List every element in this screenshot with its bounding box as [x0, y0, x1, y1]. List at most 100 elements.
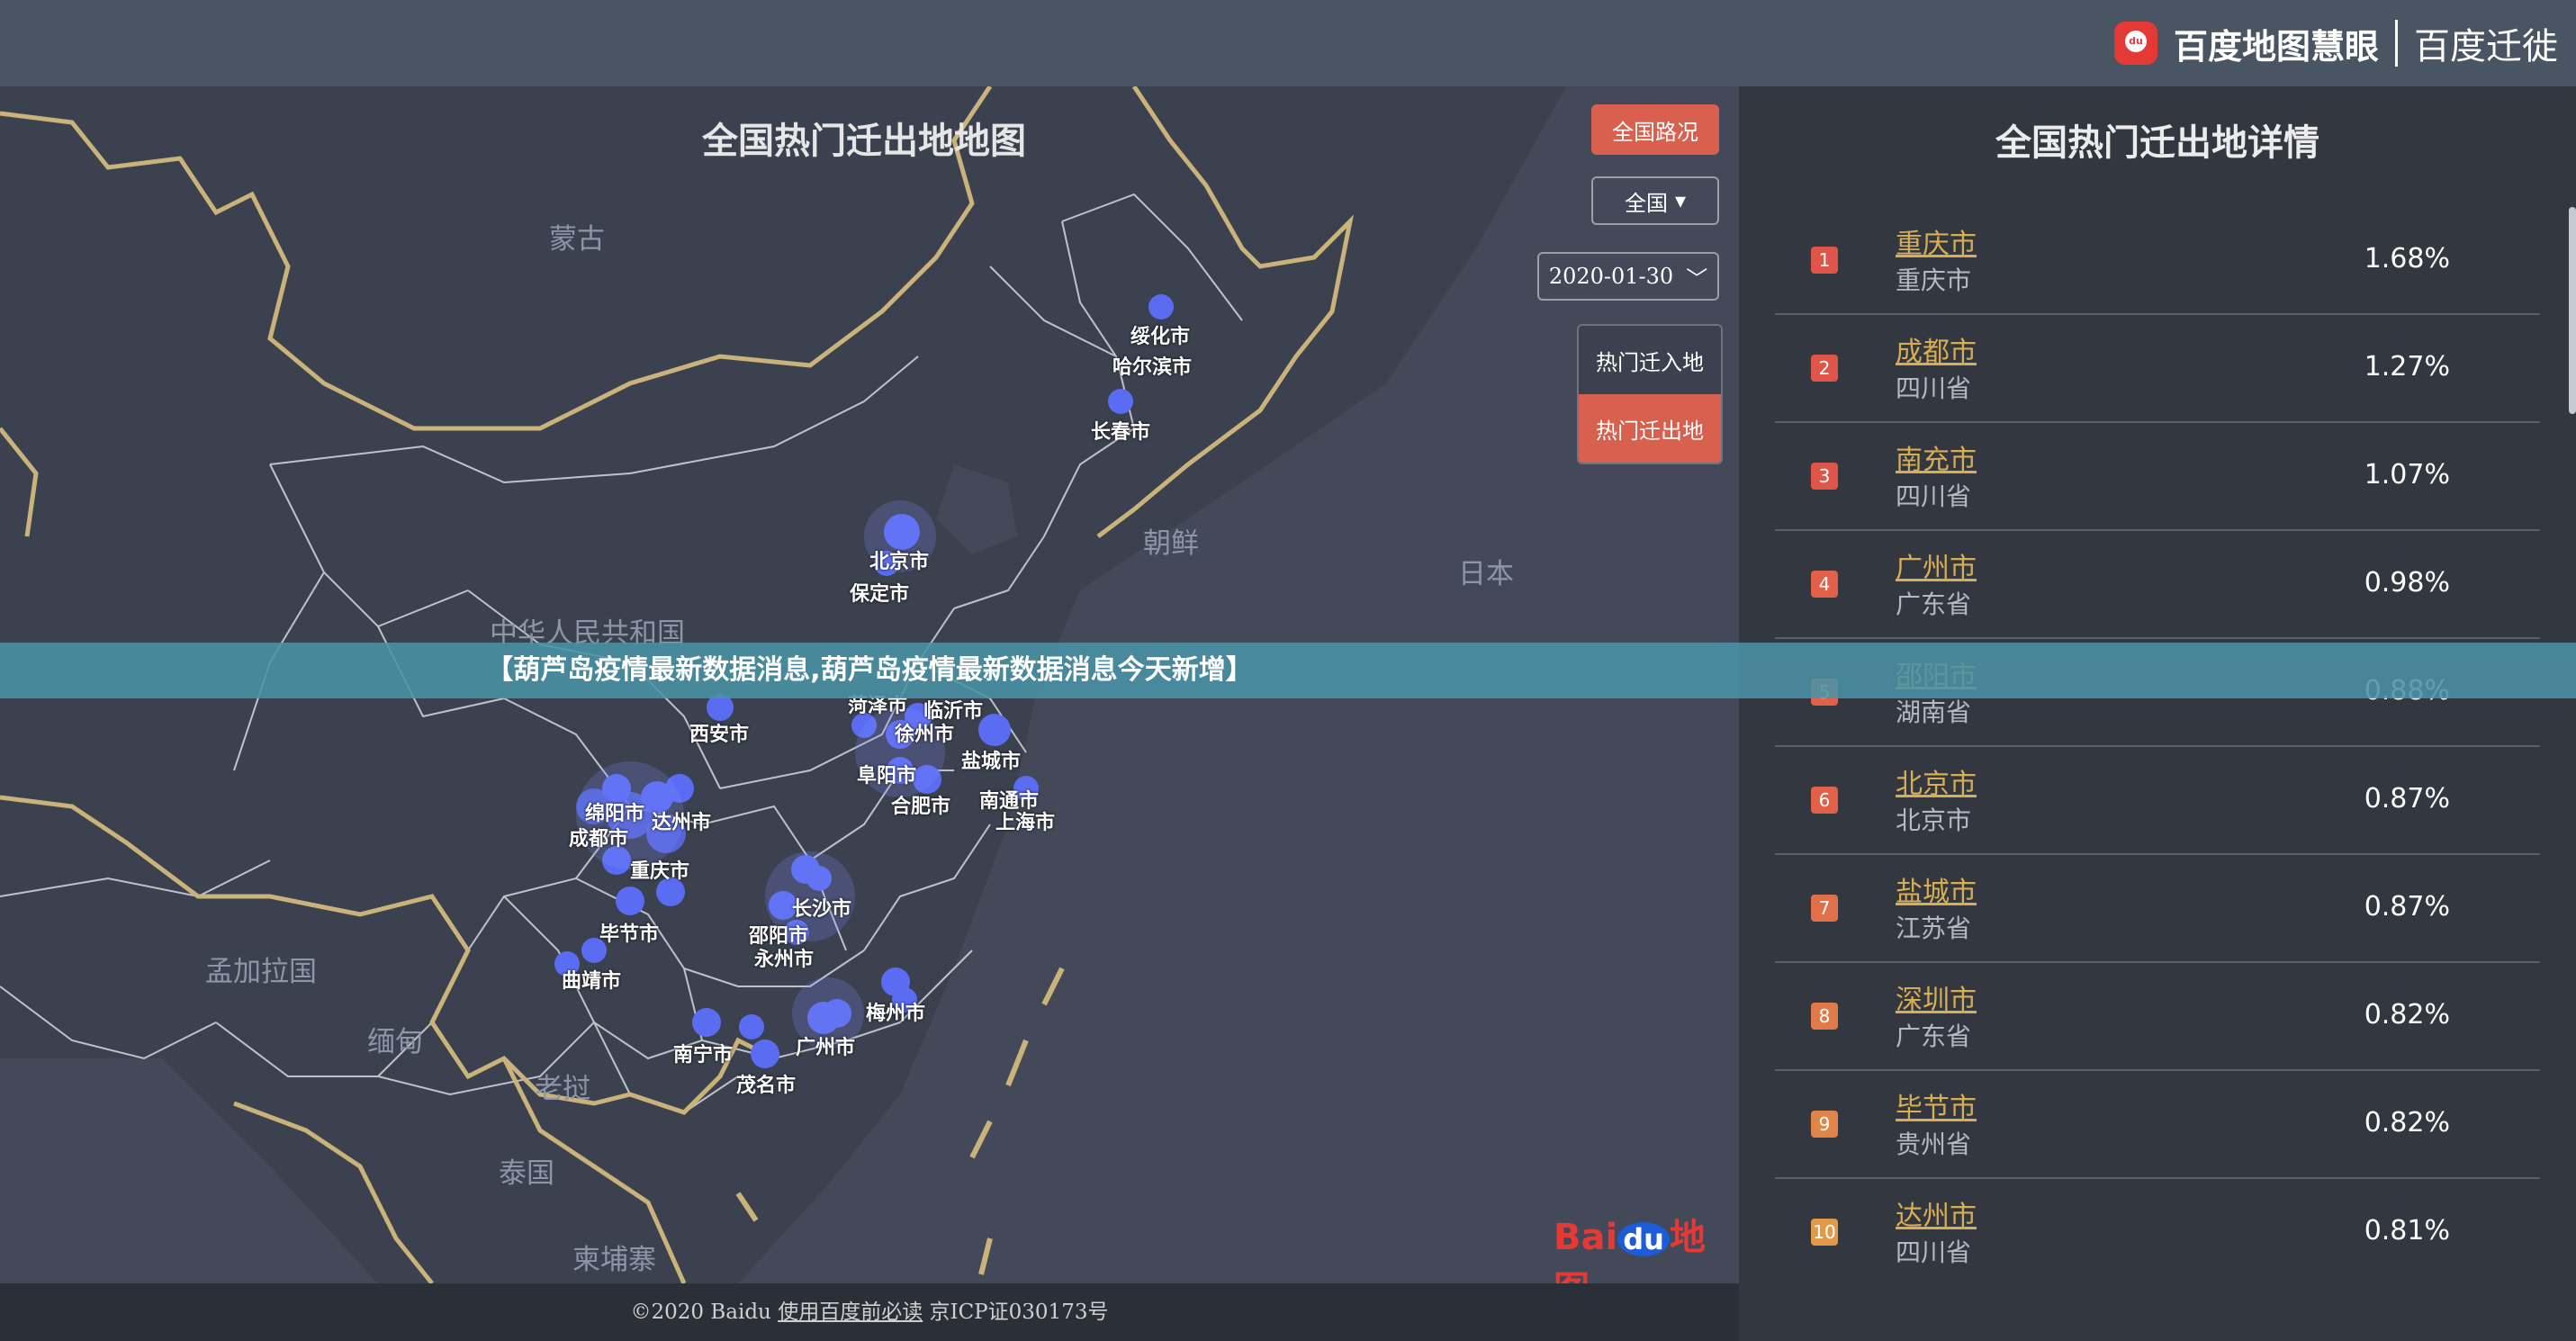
in-out-toggle: 热门迁入地 热门迁出地: [1577, 324, 1723, 464]
country-label: 缅甸: [367, 1026, 423, 1058]
city-label[interactable]: 盐城市: [961, 745, 1021, 774]
rank-percentage: 0.81%: [2364, 1215, 2450, 1246]
rank-percentage: 0.98%: [2364, 567, 2450, 598]
brand-name: 百度地图慧眼: [2173, 26, 2379, 67]
rank-city-link[interactable]: 重庆市: [1896, 221, 1977, 261]
ranking-row[interactable]: 7 盐城市江苏省 0.87%: [1775, 855, 2540, 963]
panel-scrollbar[interactable]: [2569, 207, 2576, 414]
city-label[interactable]: 长沙市: [792, 893, 851, 922]
sea-gulf: [936, 464, 1017, 554]
city-label[interactable]: 长春市: [1091, 416, 1150, 445]
ranking-row[interactable]: 10 达州市 四川省 0.81%: [1775, 1179, 2540, 1287]
country-label: 泰国: [499, 1157, 554, 1190]
region-select-value: 全国: [1624, 190, 1668, 216]
city-label[interactable]: 北京市: [869, 545, 929, 574]
city-label[interactable]: 成都市: [569, 823, 628, 851]
city-label[interactable]: 重庆市: [630, 855, 689, 884]
brand[interactable]: du 百度地图慧眼 百度迁徙: [2113, 13, 2558, 74]
rank-province: 四川省: [1896, 482, 1972, 511]
ranking-row[interactable]: 3 南充市四川省 1.07%: [1775, 423, 2540, 531]
rank-badge: 3: [1811, 463, 1838, 490]
rank-city-link[interactable]: 达州市: [1896, 1193, 1977, 1233]
city-label[interactable]: 广州市: [796, 1031, 855, 1060]
city-label[interactable]: 西安市: [689, 718, 749, 747]
baidu-map-logo-icon: du: [2113, 22, 2157, 65]
city-label[interactable]: 上海市: [995, 806, 1055, 835]
city-label[interactable]: 南宁市: [673, 1039, 733, 1067]
national-road-conditions-button[interactable]: 全国路况: [1591, 104, 1719, 155]
logo-glyph: du: [2129, 35, 2143, 47]
rank-badge: 10: [1811, 1219, 1838, 1246]
country-label: 日本: [1458, 558, 1514, 590]
country-label: 柬埔寨: [572, 1244, 656, 1276]
city-label[interactable]: 绥化市: [1130, 320, 1190, 349]
rank-percentage: 1.07%: [2364, 459, 2450, 490]
headline-banner: 【葫芦岛疫情最新数据消息,葫芦岛疫情最新数据消息今天新增】: [0, 643, 2576, 698]
footer-panel-area: [1739, 1283, 2576, 1341]
ranking-row[interactable]: 6 北京市 北京市 0.87%: [1775, 747, 2540, 855]
rank-province: 贵州省: [1896, 1130, 1972, 1159]
city-label[interactable]: 徐州市: [895, 718, 954, 747]
ranking-row[interactable]: 2 成都市 四川省 1.27%: [1775, 315, 2540, 423]
city-label[interactable]: 永州市: [754, 943, 814, 972]
rank-city-link[interactable]: 成都市: [1896, 329, 1977, 369]
watermark-du: du: [1617, 1222, 1670, 1256]
hot-outbound-button[interactable]: 热门迁出地: [1579, 394, 1721, 463]
city-label[interactable]: 梅州市: [866, 997, 925, 1026]
rank-city-link[interactable]: 广州市: [1896, 545, 1977, 585]
caret-down-icon: ▾: [1674, 188, 1687, 213]
ranking-row[interactable]: 1 重庆市 重庆市 1.68%: [1775, 207, 2540, 315]
city-label[interactable]: 茂名市: [736, 1069, 796, 1098]
rank-badge: 7: [1811, 895, 1838, 922]
rank-city-link[interactable]: 北京市: [1896, 761, 1977, 801]
rank-percentage: 0.82%: [2364, 1107, 2450, 1138]
copyright: ©2020 Baidu: [630, 1300, 771, 1324]
panel-title: 全国热门迁出地详情: [1995, 122, 2319, 164]
rank-badge: 9: [1811, 1111, 1838, 1138]
rank-percentage: 0.87%: [2364, 891, 2450, 922]
ranking-row[interactable]: 9 毕节市贵州省 0.82%: [1775, 1071, 2540, 1179]
city-label[interactable]: 达州市: [652, 806, 711, 835]
city-label[interactable]: 曲靖市: [562, 965, 621, 994]
rank-badge: 1: [1811, 247, 1838, 274]
rank-province: 重庆市: [1896, 266, 1972, 295]
rank-city-link[interactable]: 盐城市: [1896, 869, 1977, 909]
rank-province: 北京市: [1896, 806, 1972, 835]
rank-percentage: 0.87%: [2364, 783, 2450, 814]
terms-link[interactable]: 使用百度前必读: [778, 1300, 923, 1324]
rank-badge: 6: [1811, 787, 1838, 814]
country-label: 朝鲜: [1143, 527, 1199, 560]
ranking-list: 1 重庆市 重庆市 1.68% 2 成都市 四川省 1.27% 3 南充市 四川省 1.07% 4 广州市…: [1775, 207, 2540, 1287]
region-select[interactable]: 全国 ▾: [1591, 176, 1719, 225]
city-label[interactable]: 合肥市: [891, 790, 950, 819]
rank-badge: 8: [1811, 1003, 1838, 1030]
country-label: 蒙古: [549, 223, 605, 256]
rank-percentage: 1.68%: [2364, 243, 2450, 274]
brand-divider: [2395, 20, 2398, 67]
rank-province: 四川省: [1896, 374, 1972, 403]
banner-text: 【葫芦岛疫情最新数据消息,葫芦岛疫情最新数据消息今天新增】: [486, 654, 1253, 686]
rank-province: 广东省: [1896, 1022, 1972, 1051]
city-label[interactable]: 毕节市: [599, 918, 659, 947]
city-label[interactable]: 阜阳市: [857, 760, 916, 788]
sea-south: [0, 1058, 378, 1283]
ranking-row[interactable]: 8 深圳市广东省 0.82%: [1775, 963, 2540, 1071]
rank-percentage: 1.27%: [2364, 351, 2450, 382]
icp-license: 京ICP证030173号: [929, 1300, 1109, 1324]
rank-province: 湖南省: [1896, 698, 1972, 727]
footer: ©2020 Baidu 使用百度前必读 京ICP证030173号: [0, 1283, 1739, 1341]
city-label[interactable]: 哈尔滨市: [1112, 351, 1192, 380]
rank-province: 江苏省: [1896, 914, 1972, 943]
date-select[interactable]: 2020-01-30 ﹀: [1537, 252, 1719, 301]
hot-inbound-button[interactable]: 热门迁入地: [1579, 326, 1721, 394]
rank-city-link[interactable]: 深圳市: [1896, 977, 1977, 1017]
ranking-row[interactable]: 4 广州市广东省 0.98%: [1775, 531, 2540, 639]
rank-city-link[interactable]: 南充市: [1896, 437, 1977, 477]
baidu-map-watermark: Baidu地图: [1554, 1208, 1739, 1283]
date-select-value: 2020-01-30: [1548, 264, 1674, 289]
rank-city-link[interactable]: 毕节市: [1896, 1085, 1977, 1125]
rank-province: 广东省: [1896, 590, 1972, 619]
city-label[interactable]: 保定市: [850, 578, 909, 607]
rank-percentage: 0.82%: [2364, 999, 2450, 1030]
rank-badge: 4: [1811, 571, 1838, 598]
